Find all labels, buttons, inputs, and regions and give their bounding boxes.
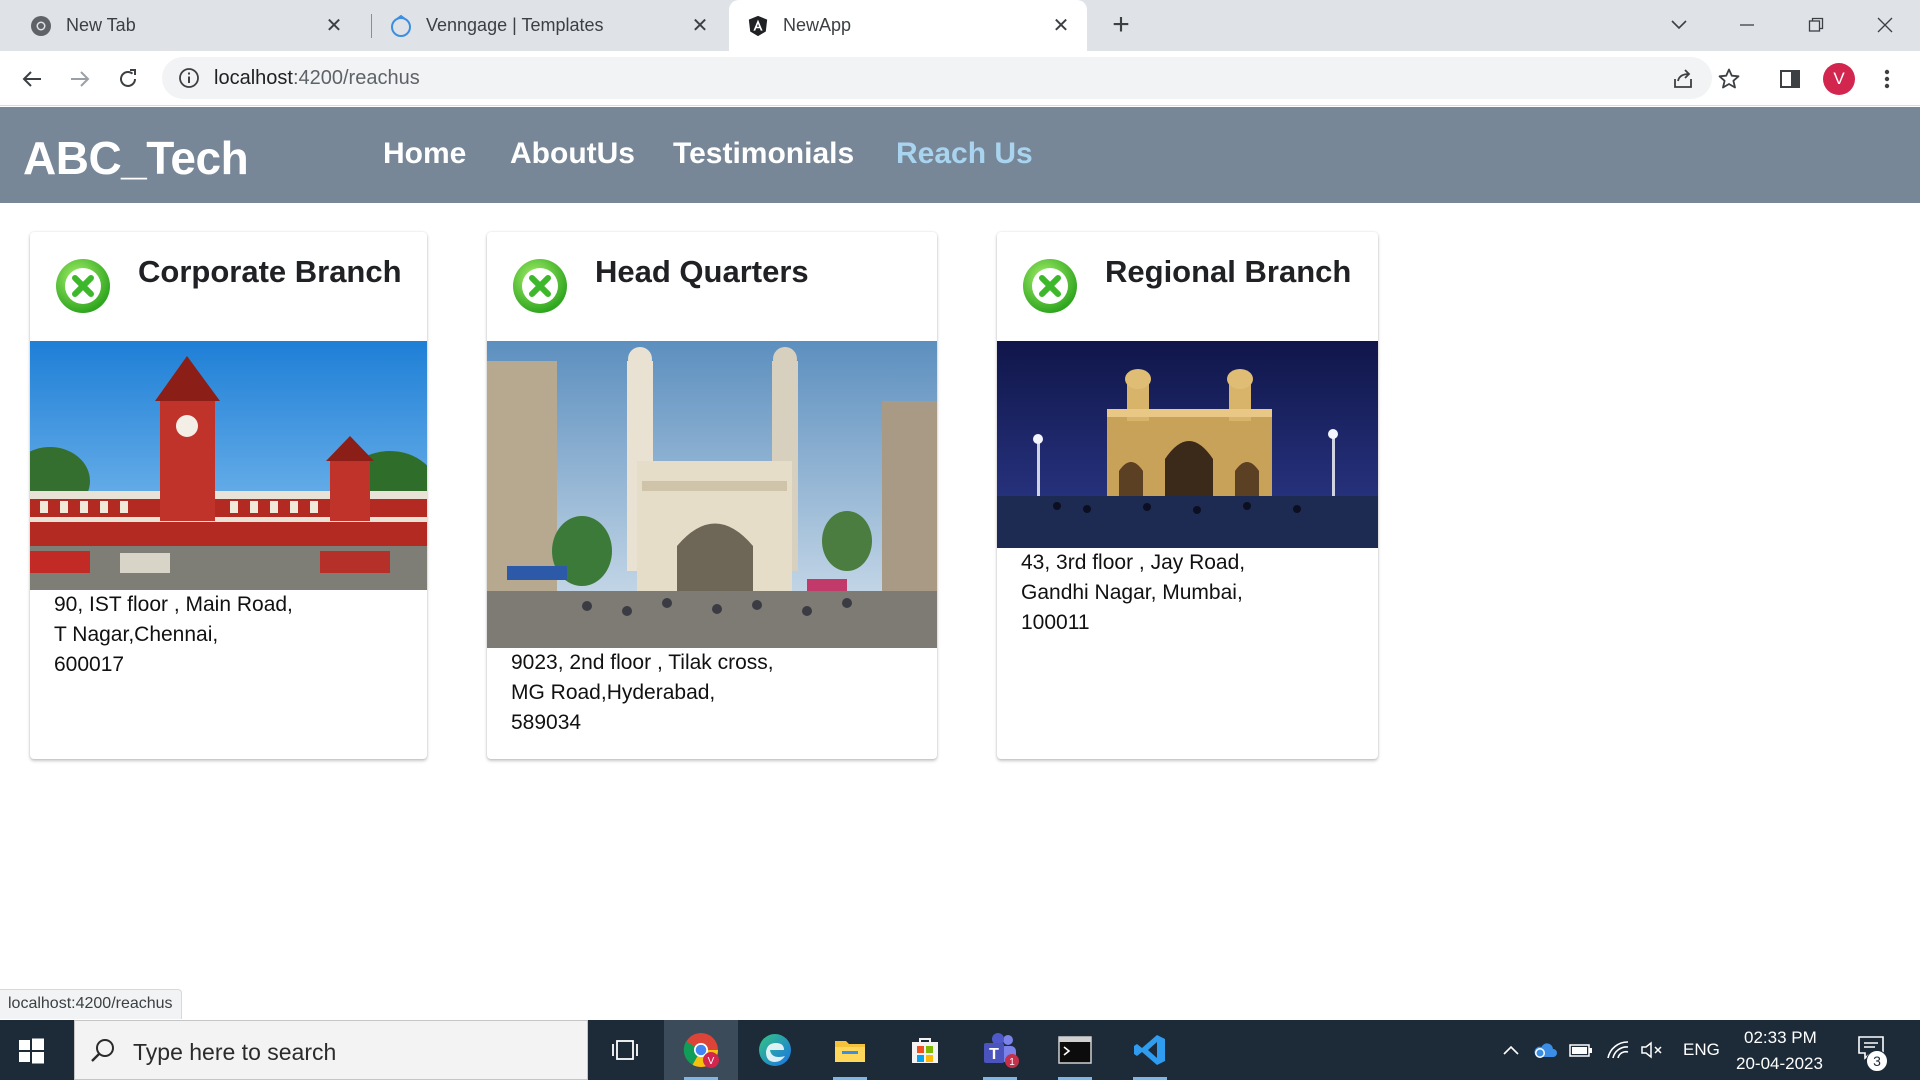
venngage-icon (390, 14, 412, 37)
search-icon (89, 1037, 117, 1065)
chennai-central-station-photo (30, 341, 427, 590)
minimize-icon[interactable] (1727, 8, 1767, 42)
reload-icon[interactable] (112, 63, 144, 95)
taskbar-search-box[interactable]: Type here to search (74, 1020, 588, 1080)
address-line: 100011 (1021, 611, 1090, 634)
tab-new-tab[interactable]: New Tab ✕ (0, 0, 360, 51)
onedrive-cloud-icon[interactable] (1531, 1036, 1559, 1064)
task-view-icon[interactable] (588, 1020, 662, 1080)
tab-title: NewApp (783, 15, 852, 35)
battery-icon[interactable] (1567, 1036, 1595, 1064)
address-line: 9023, 2nd floor , Tilak cross, (511, 651, 774, 674)
svg-text:T: T (989, 1046, 999, 1063)
svg-text:V: V (708, 1056, 715, 1067)
nav-about-us[interactable]: AboutUs (510, 137, 635, 171)
taskbar-vscode-icon[interactable] (1113, 1020, 1187, 1080)
angular-icon (747, 15, 769, 37)
url-host: localhost (214, 67, 293, 89)
restore-icon[interactable] (1796, 8, 1836, 42)
card-header: Regional Branch (997, 232, 1378, 342)
address-line: 90, IST floor , Main Road, (54, 593, 293, 616)
clock-time[interactable]: 02:33 PM (1744, 1028, 1817, 1048)
show-hidden-icons-chevron-icon[interactable] (1497, 1036, 1525, 1064)
url-text[interactable]: localhost:4200/reachus (214, 67, 420, 90)
bookmark-star-icon[interactable] (1713, 63, 1745, 95)
card-title: Head Quarters (595, 254, 809, 289)
card-header: Corporate Branch (30, 232, 427, 342)
address-line: 589034 (511, 711, 582, 734)
taskbar-terminal-icon[interactable] (1038, 1020, 1112, 1080)
branch-card-corporate: Corporate Branch 90, IST floor , Main Ro… (30, 232, 427, 759)
taskbar-edge-icon[interactable] (738, 1020, 812, 1080)
close-icon[interactable]: ✕ (322, 14, 346, 38)
branch-card-headquarters: Head Quarters 9023, 2nd floor , Tilak cr… (487, 232, 937, 759)
share-icon[interactable] (1670, 66, 1696, 92)
profile-avatar[interactable]: V (1823, 63, 1855, 95)
app-navbar: ABC_Tech Home AboutUs Testimonials Reach… (0, 107, 1920, 203)
branch-card-regional: Regional Branch 43, 3rd floor , Jay Road… (997, 232, 1378, 759)
taskbar-chrome-icon[interactable]: V (664, 1020, 738, 1080)
brand-logo[interactable]: ABC_Tech (23, 131, 249, 185)
address-line: T Nagar,Chennai, (54, 623, 219, 646)
windows-start-icon[interactable] (16, 1036, 46, 1066)
card-address: 9023, 2nd floor , Tilak cross, MG Road,H… (511, 648, 774, 738)
search-placeholder: Type here to search (133, 1039, 337, 1065)
nav-home[interactable]: Home (383, 137, 466, 171)
tab-newapp[interactable]: NewApp ✕ (729, 0, 1087, 51)
windows-taskbar: Type here to search V T1 ENG 02:33 PM 20… (0, 1020, 1920, 1080)
address-bar[interactable]: localhost:4200/reachus (162, 57, 1712, 99)
address-line: MG Road,Hyderabad, (511, 681, 716, 704)
close-circle-icon[interactable] (1022, 258, 1078, 314)
tab-search-chevron-icon[interactable] (1659, 8, 1699, 42)
browser-tab-strip: New Tab ✕ Venngage | Templates ✕ NewApp … (0, 0, 1920, 51)
address-line: Gandhi Nagar, Mumbai, (1021, 581, 1243, 604)
status-url-bubble: localhost:4200/reachus (0, 989, 182, 1019)
forward-arrow-icon[interactable] (64, 63, 96, 95)
wifi-icon[interactable] (1604, 1036, 1632, 1064)
clock-date[interactable]: 20-04-2023 (1736, 1054, 1823, 1074)
new-tab-button[interactable]: + (1105, 10, 1137, 42)
card-header: Head Quarters (487, 232, 937, 342)
chrome-icon (30, 15, 52, 37)
url-path: :4200/reachus (292, 67, 420, 89)
back-arrow-icon[interactable] (16, 63, 48, 95)
address-line: 43, 3rd floor , Jay Road, (1021, 551, 1246, 574)
side-panel-icon[interactable] (1774, 63, 1806, 95)
gateway-of-india-mumbai-photo (997, 341, 1378, 548)
taskbar-store-icon[interactable] (888, 1020, 962, 1080)
close-icon[interactable]: ✕ (1049, 14, 1073, 38)
tab-venngage[interactable]: Venngage | Templates ✕ (360, 0, 726, 51)
nav-testimonials[interactable]: Testimonials (673, 137, 854, 171)
window-close-icon[interactable] (1865, 8, 1905, 42)
volume-muted-icon[interactable] (1638, 1036, 1666, 1064)
charminar-hyderabad-photo (487, 341, 937, 648)
close-circle-icon[interactable] (512, 258, 568, 314)
card-address: 90, IST floor , Main Road, T Nagar,Chenn… (54, 590, 293, 680)
teams-badge: 1 (1009, 1057, 1015, 1068)
address-line: 600017 (54, 653, 125, 676)
close-icon[interactable]: ✕ (688, 14, 712, 38)
card-title: Corporate Branch (138, 254, 402, 289)
tab-title: New Tab (66, 15, 136, 35)
notification-count-badge: 3 (1866, 1050, 1888, 1072)
taskbar-teams-icon[interactable]: T1 (963, 1020, 1037, 1080)
close-circle-icon[interactable] (55, 258, 111, 314)
browser-toolbar: localhost:4200/reachus V (0, 51, 1920, 106)
language-indicator[interactable]: ENG (1683, 1040, 1720, 1060)
taskbar-file-explorer-icon[interactable] (813, 1020, 887, 1080)
more-menu-icon[interactable] (1871, 63, 1903, 95)
card-title: Regional Branch (1105, 254, 1352, 289)
tab-title: Venngage | Templates (426, 15, 604, 35)
nav-reach-us[interactable]: Reach Us (896, 137, 1033, 171)
site-info-icon[interactable] (178, 67, 200, 89)
card-address: 43, 3rd floor , Jay Road, Gandhi Nagar, … (1021, 548, 1245, 638)
